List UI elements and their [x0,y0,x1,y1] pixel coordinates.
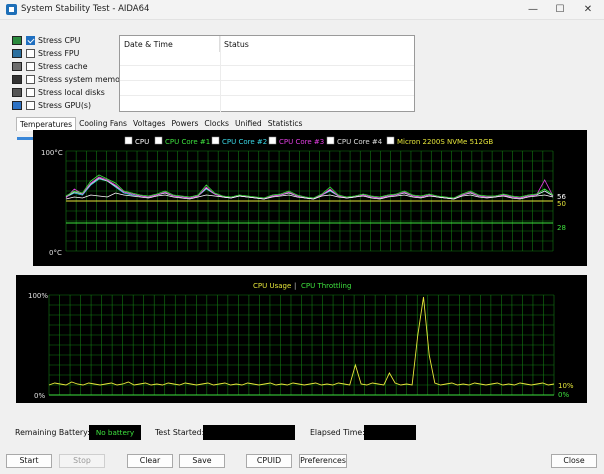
stress-option[interactable]: Stress cache [12,60,120,73]
disk-drive-icon [12,88,22,97]
close-button[interactable]: Close [551,454,597,468]
column-date-time[interactable]: Date & Time [120,36,220,52]
test-started-label: Test Started: [155,428,205,437]
stress-option-label: Stress FPU [38,49,80,58]
memory-module-icon [12,75,22,84]
stop-button[interactable]: Stop [59,454,105,468]
y-axis-top-label: 100°C [41,149,63,157]
legend-cpu-usage: CPU Usage [253,282,291,290]
legend-checkbox [326,136,335,145]
stress-checkbox[interactable] [26,101,35,110]
stress-checkbox[interactable] [26,62,35,71]
test-started-value [203,425,295,440]
series-end-label: 50 [557,200,566,208]
tab-temperatures[interactable]: Temperatures [16,117,77,131]
button-row: Start Stop Clear Save CPUID Preferences … [0,454,604,468]
legend-checkbox [386,136,395,145]
legend-label: CPU Core #2 [222,138,267,146]
close-icon: ✕ [583,4,593,15]
stress-option-label: Stress cache [38,62,88,71]
cpu-usage-chart-svg: 100%0%CPU Usage | CPU Throttling10%0% [28,282,574,400]
legend-label: CPU [135,138,149,146]
stress-option[interactable]: Stress GPU(s) [12,99,120,112]
tab-cooling-fans[interactable]: Cooling Fans [76,117,130,130]
cpu-usage-chart: 100% 0% CPU Usage | CPU Throttling 10% 0% [16,275,587,403]
stress-option[interactable]: Stress FPU [12,47,120,60]
legend-checkbox [154,136,163,145]
preferences-button[interactable]: Preferences [299,454,347,468]
log-table[interactable]: Date & Time Status [119,35,415,112]
cache-chip-icon [12,62,22,71]
column-status[interactable]: Status [220,36,249,52]
legend-checkbox [268,136,277,145]
legend-label: CPU Core #4 [337,138,383,146]
y-axis-bottom-label: 0°C [49,249,62,257]
temperature-chart: 100°C 0°C CPU CPU Core #1 CPU Core #2 CPU Cor… [33,130,587,266]
cpu-chip-icon [12,36,22,45]
maximize-icon: ☐ [555,4,565,15]
monitor-icon [12,101,22,110]
empty-row-line [120,65,414,66]
elapsed-time-label: Elapsed Time: [310,428,365,437]
legend-label: CPU Core #3 [279,138,324,146]
save-button[interactable]: Save [179,454,225,468]
empty-row-line [120,95,414,96]
stress-option-label: Stress system memory [38,75,128,84]
y-axis-top-label: 100% [28,292,48,300]
start-button[interactable]: Start [6,454,52,468]
stress-checkbox[interactable] [26,36,35,45]
window-title: System Stability Test - AIDA64 [21,4,150,14]
minimize-button[interactable]: — [520,1,546,19]
tab-clocks[interactable]: Clocks [201,117,232,130]
tab-statistics[interactable]: Statistics [265,117,306,130]
log-table-header: Date & Time Status [120,36,414,52]
series-end-label: 28 [557,224,566,232]
stress-option[interactable]: Stress system memory [12,73,128,86]
minimize-icon: — [528,4,538,15]
throttling-end-label: 0% [558,391,569,399]
close-window-button[interactable]: ✕ [575,1,601,19]
maximize-button[interactable]: ☐ [547,1,573,19]
elapsed-time-value [364,425,416,440]
status-row: Remaining Battery: No battery Test Start… [15,425,595,441]
tab-voltages[interactable]: Voltages [130,117,168,130]
stress-option-label: Stress local disks [38,88,105,97]
temperature-chart-svg: 100°C 0°C CPU CPU Core #1 CPU Core #2 CPU Cor… [41,136,566,257]
column-separator [220,36,221,112]
stress-options: Stress CPU Stress FPU Stress cache Stress s… [12,34,128,112]
stress-checkbox[interactable] [26,75,35,84]
sensor-tabs: Temperatures Cooling Fans Voltages Powers Cl… [16,117,306,131]
tab-powers[interactable]: Powers [168,117,201,130]
legend-checkbox [124,136,133,145]
usage-end-label: 10% [558,382,574,390]
legend-checkbox [211,136,220,145]
legend-cpu-throttling: CPU Throttling [301,282,351,290]
stress-option[interactable]: Stress CPU [12,34,120,47]
fpu-chip-icon [12,49,22,58]
stress-option-label: Stress GPU(s) [38,101,92,110]
tab-unified[interactable]: Unified [232,117,265,130]
stress-checkbox[interactable] [26,49,35,58]
battery-value: No battery [89,425,141,440]
aida64-app-icon [6,4,17,15]
tab-panel-indicator [17,137,33,140]
clear-button[interactable]: Clear [127,454,173,468]
stress-option[interactable]: Stress local disks [12,86,120,99]
cpuid-button[interactable]: CPUID [246,454,292,468]
legend-label: CPU Core #1 [165,138,210,146]
legend-separator: | [294,282,296,290]
battery-label: Remaining Battery: [15,428,90,437]
y-axis-bottom-label: 0% [34,392,45,400]
legend-label: Micron 2200S NVMe 512GB [397,138,493,146]
stress-checkbox[interactable] [26,88,35,97]
title-bar: System Stability Test - AIDA64 — ☐ ✕ [0,0,604,20]
stress-option-label: Stress CPU [38,36,81,45]
empty-row-line [120,80,414,81]
